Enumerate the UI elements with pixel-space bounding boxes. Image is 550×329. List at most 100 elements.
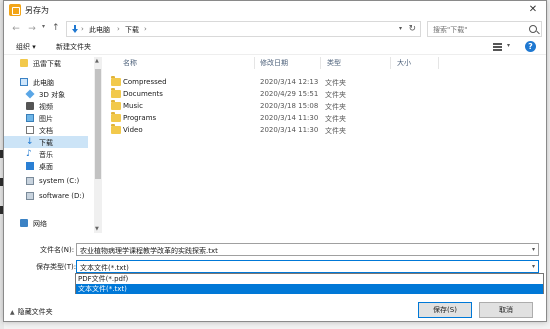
sidebar-item-documents[interactable]: 文档 xyxy=(4,124,88,136)
file-date: 2020/3/14 12:13 xyxy=(260,78,319,86)
download-icon: ↓ xyxy=(26,137,34,147)
file-date: 2020/4/29 15:51 xyxy=(260,90,319,98)
hide-folders-label: 隐藏文件夹 xyxy=(17,308,53,316)
column-header-date[interactable]: 修改日期 xyxy=(260,58,288,68)
sidebar-item-videos[interactable]: 视频 xyxy=(4,100,88,112)
sidebar-item-xunlei[interactable]: 迅雷下载 xyxy=(4,57,88,69)
breadcrumb-separator: › xyxy=(117,25,120,33)
folder-icon xyxy=(111,88,121,98)
navigation-pane: 迅雷下载 此电脑 3D 对象 视频 图片 文档 ↓ 下载 ♪ 音乐 桌面 sys… xyxy=(4,55,105,235)
download-location-icon xyxy=(71,25,79,34)
table-row[interactable]: Programs 2020/3/14 11:30 文件夹 xyxy=(105,112,405,124)
table-row[interactable]: Video 2020/3/14 11:30 文件夹 xyxy=(105,124,405,136)
column-header-size[interactable]: 大小 xyxy=(397,58,411,68)
column-divider[interactable] xyxy=(254,57,255,69)
sidebar-item-network[interactable]: 网络 xyxy=(4,217,88,229)
column-divider[interactable] xyxy=(320,57,321,69)
sidebar-item-3d-objects[interactable]: 3D 对象 xyxy=(4,88,88,100)
file-type-option-txt[interactable]: 文本文件(*.txt) xyxy=(76,284,543,294)
file-name: Documents xyxy=(123,90,163,98)
folder-icon xyxy=(111,76,121,86)
file-type-chevron-down-icon[interactable]: ▾ xyxy=(532,263,535,270)
collapse-triangle-icon: ▲ xyxy=(10,309,15,316)
file-type-dropdown-list: PDF文件(*.pdf) 文本文件(*.txt) xyxy=(75,273,544,294)
sidebar-item-label: 桌面 xyxy=(39,163,53,171)
breadcrumb-separator: › xyxy=(144,25,147,33)
scroll-down-arrow-icon[interactable]: ▼ xyxy=(95,226,99,232)
sidebar-item-label: 音乐 xyxy=(39,151,53,159)
path-box[interactable]: › 此电脑 › 下载 › ▾ ↻ xyxy=(66,21,421,37)
video-icon xyxy=(26,102,34,110)
path-dropdown-chevron-icon[interactable]: ▾ xyxy=(399,25,402,32)
forward-arrow-icon[interactable]: → xyxy=(26,23,38,35)
help-icon[interactable]: ? xyxy=(525,41,536,52)
filename-chevron-down-icon[interactable]: ▾ xyxy=(532,246,535,253)
hide-folders-toggle[interactable]: ▲ 隐藏文件夹 xyxy=(10,307,53,317)
file-type-select[interactable]: 文本文件(*.txt) ▾ xyxy=(76,260,539,273)
breadcrumb-this-pc[interactable]: 此电脑 xyxy=(89,25,110,35)
search-placeholder: 搜索"下载" xyxy=(433,26,468,34)
recent-locations-chevron-icon[interactable]: ▾ xyxy=(42,23,45,30)
dialog-footer: ▲ 隐藏文件夹 保存(S) 取消 xyxy=(4,297,546,323)
file-date: 2020/3/14 11:30 xyxy=(260,126,319,134)
view-options-icon[interactable] xyxy=(493,43,502,51)
document-icon xyxy=(26,126,34,134)
folder-icon xyxy=(20,59,28,67)
file-list: 名称 修改日期 类型 大小 Compressed 2020/3/14 12:13… xyxy=(105,55,546,235)
sidebar-item-label: 下载 xyxy=(39,139,53,147)
sidebar-item-this-pc[interactable]: 此电脑 xyxy=(4,76,88,88)
sidebar-item-label: 此电脑 xyxy=(33,79,54,87)
sidebar-item-label: software (D:) xyxy=(39,192,85,200)
table-row[interactable]: Music 2020/3/18 15:08 文件夹 xyxy=(105,100,405,112)
refresh-icon[interactable]: ↻ xyxy=(408,24,416,34)
organize-menu[interactable]: 组织 ▾ xyxy=(16,42,36,52)
sidebar-item-label: 迅雷下载 xyxy=(33,60,61,68)
title-bar: 另存为 ✕ xyxy=(4,1,546,19)
sidebar-scrollbar[interactable]: ▲ ▼ xyxy=(94,57,102,233)
filename-input[interactable]: 农业植物病理学课程教学改革的实践探索.txt ▾ xyxy=(76,243,539,256)
sidebar-item-pictures[interactable]: 图片 xyxy=(4,112,88,124)
back-arrow-icon[interactable]: ← xyxy=(10,23,22,35)
scrollbar-thumb[interactable] xyxy=(95,69,101,179)
file-type-value: 文本文件(*.txt) xyxy=(80,264,129,272)
search-input[interactable]: 搜索"下载" xyxy=(427,21,542,37)
file-type: 文件夹 xyxy=(325,91,346,99)
save-button[interactable]: 保存(S) xyxy=(418,302,472,318)
file-type: 文件夹 xyxy=(325,127,346,135)
sidebar-item-music[interactable]: ♪ 音乐 xyxy=(4,148,88,160)
computer-icon xyxy=(20,78,28,86)
view-chevron-icon[interactable]: ▾ xyxy=(507,42,510,49)
up-arrow-icon[interactable]: ↑ xyxy=(52,23,60,33)
table-row[interactable]: Documents 2020/4/29 15:51 文件夹 xyxy=(105,88,405,100)
sidebar-item-software-drive[interactable]: software (D:) xyxy=(4,190,88,202)
new-folder-button[interactable]: 新建文件夹 xyxy=(56,42,91,52)
sidebar-item-system-drive[interactable]: system (C:) xyxy=(4,175,88,187)
file-name: Compressed xyxy=(123,78,167,86)
desktop-icon xyxy=(26,162,34,170)
filename-label: 文件名(N): xyxy=(40,246,75,254)
close-button[interactable]: ✕ xyxy=(526,3,540,17)
table-row[interactable]: Compressed 2020/3/14 12:13 文件夹 xyxy=(105,76,405,88)
file-date: 2020/3/18 15:08 xyxy=(260,102,319,110)
breadcrumb-downloads[interactable]: 下载 xyxy=(125,25,139,35)
folder-icon xyxy=(111,124,121,134)
folder-icon xyxy=(111,100,121,110)
column-header-type[interactable]: 类型 xyxy=(327,58,341,68)
toolbar: 组织 ▾ 新建文件夹 ▾ ? xyxy=(4,39,546,55)
file-name: Video xyxy=(123,126,143,134)
app-icon xyxy=(9,4,21,16)
file-date: 2020/3/14 11:30 xyxy=(260,114,319,122)
cancel-button[interactable]: 取消 xyxy=(479,302,533,318)
column-header-name[interactable]: 名称 xyxy=(123,58,137,68)
column-divider[interactable] xyxy=(390,57,391,69)
column-divider[interactable] xyxy=(438,57,439,69)
sidebar-item-desktop[interactable]: 桌面 xyxy=(4,160,88,172)
sidebar-item-downloads[interactable]: ↓ 下载 xyxy=(4,136,88,148)
filename-value: 农业植物病理学课程教学改革的实践探索.txt xyxy=(80,247,218,255)
window-title: 另存为 xyxy=(25,6,49,15)
file-name: Programs xyxy=(123,114,157,122)
scroll-up-arrow-icon[interactable]: ▲ xyxy=(95,58,99,64)
file-type-option-pdf[interactable]: PDF文件(*.pdf) xyxy=(76,274,543,284)
sidebar-item-label: 3D 对象 xyxy=(39,91,66,99)
breadcrumb-separator: › xyxy=(81,25,84,33)
